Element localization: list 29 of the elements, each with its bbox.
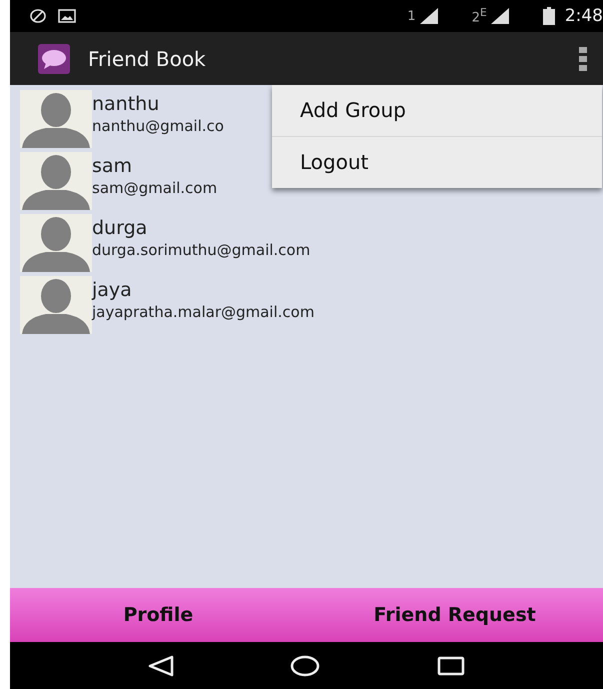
back-icon[interactable] — [148, 654, 174, 676]
sim-label: 2$^{E}$ — [472, 6, 487, 26]
contact-name: sam — [92, 154, 134, 178]
contact-name: durga — [92, 216, 148, 240]
menu-item[interactable]: Add Group — [272, 85, 602, 136]
tab-button[interactable]: Profile — [10, 588, 306, 642]
app-title: Friend Book — [88, 46, 207, 70]
avatar-icon — [20, 152, 92, 210]
avatar-icon — [20, 276, 92, 334]
clock-time: 2:48 — [564, 6, 603, 26]
menu-item[interactable]: Logout — [272, 136, 602, 188]
chat-bubble-icon — [38, 44, 70, 74]
home-icon[interactable] — [290, 654, 320, 676]
recents-icon[interactable] — [436, 654, 465, 676]
contact-email: durga.sorimuthu@gmail.com — [92, 240, 310, 260]
contact-name: nanthu — [92, 92, 160, 116]
sim-label: 1 — [407, 8, 416, 24]
avatar-icon — [20, 90, 92, 148]
contact-email: jayapratha.malar@gmail.com — [92, 302, 314, 322]
battery-icon — [542, 7, 555, 25]
signal-icon — [420, 8, 438, 24]
image-icon — [58, 9, 76, 23]
contact-name: jaya — [92, 278, 133, 302]
contact-email: sam@gmail.com — [92, 178, 218, 198]
signal-icon — [490, 8, 509, 24]
tab-button[interactable]: Friend Request — [306, 588, 603, 642]
contact-email: nanthu@gmail.co — [92, 116, 224, 136]
avatar-icon — [20, 214, 92, 272]
overflow-menu-icon[interactable] — [579, 46, 587, 70]
